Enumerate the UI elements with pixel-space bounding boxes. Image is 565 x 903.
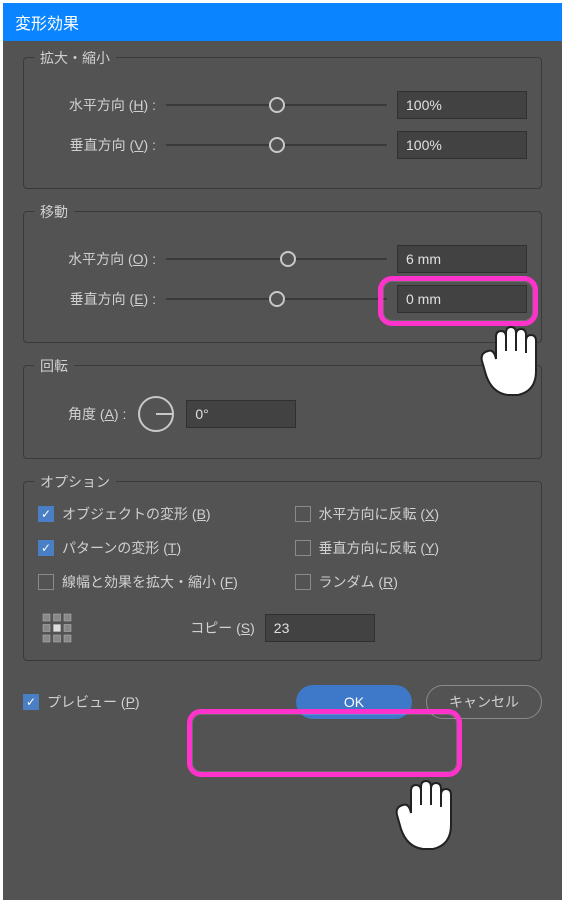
move-v-value[interactable]: 0 mm <box>397 285 527 313</box>
dialog-footer: プレビュー (P) OK キャンセル <box>23 685 542 719</box>
cancel-button[interactable]: キャンセル <box>426 685 542 719</box>
scale-horizontal-row: 水平方向 (H) : 100% <box>38 90 527 120</box>
options-section: オプション オブジェクトの変形 (B) 水平方向に反転 (X) パターンの変形 … <box>23 481 542 661</box>
move-h-value[interactable]: 6 mm <box>397 245 527 273</box>
option-random[interactable]: ランダム (R) <box>295 572 528 592</box>
move-section: 移動 水平方向 (O) : 6 mm 垂直方向 (E) : 0 mm <box>23 211 542 343</box>
angle-dial-icon[interactable] <box>136 394 176 434</box>
move-h-label: 水平方向 (O) : <box>38 249 156 269</box>
ok-button[interactable]: OK <box>296 685 412 719</box>
move-vertical-row: 垂直方向 (E) : 0 mm <box>38 284 527 314</box>
move-v-slider[interactable] <box>166 289 387 309</box>
option-reflect-x[interactable]: 水平方向に反転 (X) <box>295 504 528 524</box>
scale-section: 拡大・縮小 水平方向 (H) : 100% 垂直方向 (V) : 100% <box>23 57 542 189</box>
scale-h-label: 水平方向 (H) : <box>38 95 156 115</box>
anchor-point-icon[interactable] <box>42 613 72 643</box>
scale-v-label: 垂直方向 (V) : <box>38 135 156 155</box>
option-transform-patterns[interactable]: パターンの変形 (T) <box>38 538 271 558</box>
option-scale-strokes[interactable]: 線幅と効果を拡大・縮小 (F) <box>38 572 271 592</box>
options-legend: オプション <box>34 472 116 492</box>
scale-legend: 拡大・縮小 <box>34 48 116 68</box>
scale-h-slider[interactable] <box>166 95 387 115</box>
preview-checkbox[interactable]: プレビュー (P) <box>23 692 140 712</box>
checkbox-icon <box>23 694 39 710</box>
checkbox-icon <box>38 574 54 590</box>
rotate-legend: 回転 <box>34 356 74 376</box>
dialog-titlebar: 変形効果 <box>3 3 562 41</box>
dialog-body: 拡大・縮小 水平方向 (H) : 100% 垂直方向 (V) : 100% <box>3 41 562 900</box>
scale-v-value[interactable]: 100% <box>397 131 527 159</box>
move-legend: 移動 <box>34 202 74 222</box>
move-horizontal-row: 水平方向 (O) : 6 mm <box>38 244 527 274</box>
copies-value[interactable]: 23 <box>265 614 375 642</box>
checkbox-icon <box>295 506 311 522</box>
option-transform-objects[interactable]: オブジェクトの変形 (B) <box>38 504 271 524</box>
move-v-label: 垂直方向 (E) : <box>38 289 156 309</box>
rotate-angle-value[interactable]: 0° <box>186 400 296 428</box>
dialog-title: 変形効果 <box>15 10 79 34</box>
transform-effect-dialog: 変形効果 拡大・縮小 水平方向 (H) : 100% 垂直方向 (V) : <box>3 3 562 900</box>
rotate-angle-row: 角度 (A) : 0° <box>38 394 527 434</box>
scale-h-value[interactable]: 100% <box>397 91 527 119</box>
copies-row: コピー (S) 23 <box>38 614 527 642</box>
checkbox-icon <box>295 574 311 590</box>
scale-v-slider[interactable] <box>166 135 387 155</box>
checkbox-icon <box>295 540 311 556</box>
checkbox-icon <box>38 506 54 522</box>
copies-label: コピー (S) <box>190 618 255 638</box>
move-h-slider[interactable] <box>166 249 387 269</box>
scale-vertical-row: 垂直方向 (V) : 100% <box>38 130 527 160</box>
checkbox-icon <box>38 540 54 556</box>
option-reflect-y[interactable]: 垂直方向に反転 (Y) <box>295 538 528 558</box>
rotate-angle-label: 角度 (A) : <box>68 404 126 424</box>
rotate-section: 回転 角度 (A) : 0° <box>23 365 542 459</box>
